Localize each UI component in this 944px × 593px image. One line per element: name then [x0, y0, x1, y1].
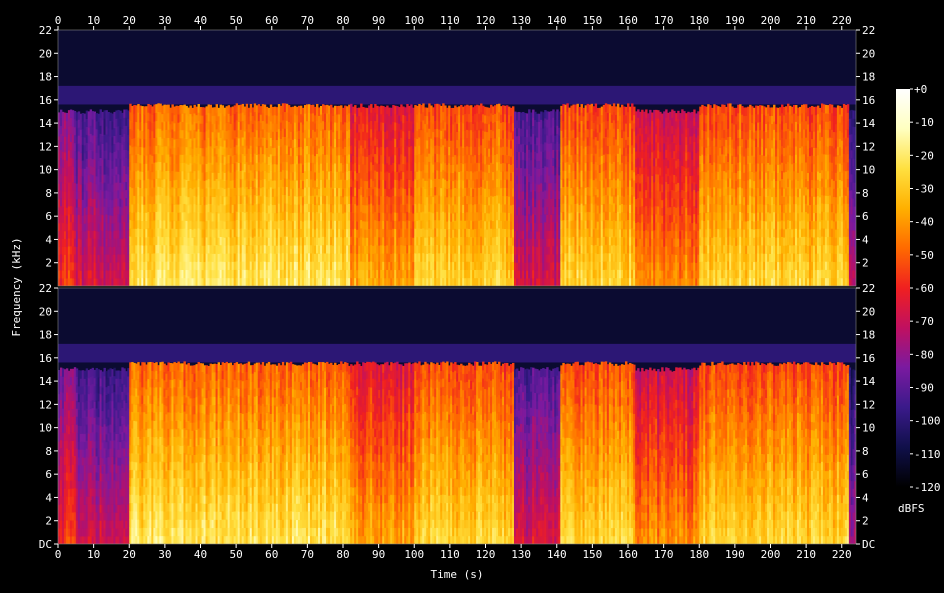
hf-band — [58, 85, 856, 105]
channel-1-spectrogram — [58, 30, 856, 286]
plot-area — [57, 29, 857, 545]
spectrogram-chart: 0010102020303040405050606070708080909010… — [10, 14, 941, 581]
